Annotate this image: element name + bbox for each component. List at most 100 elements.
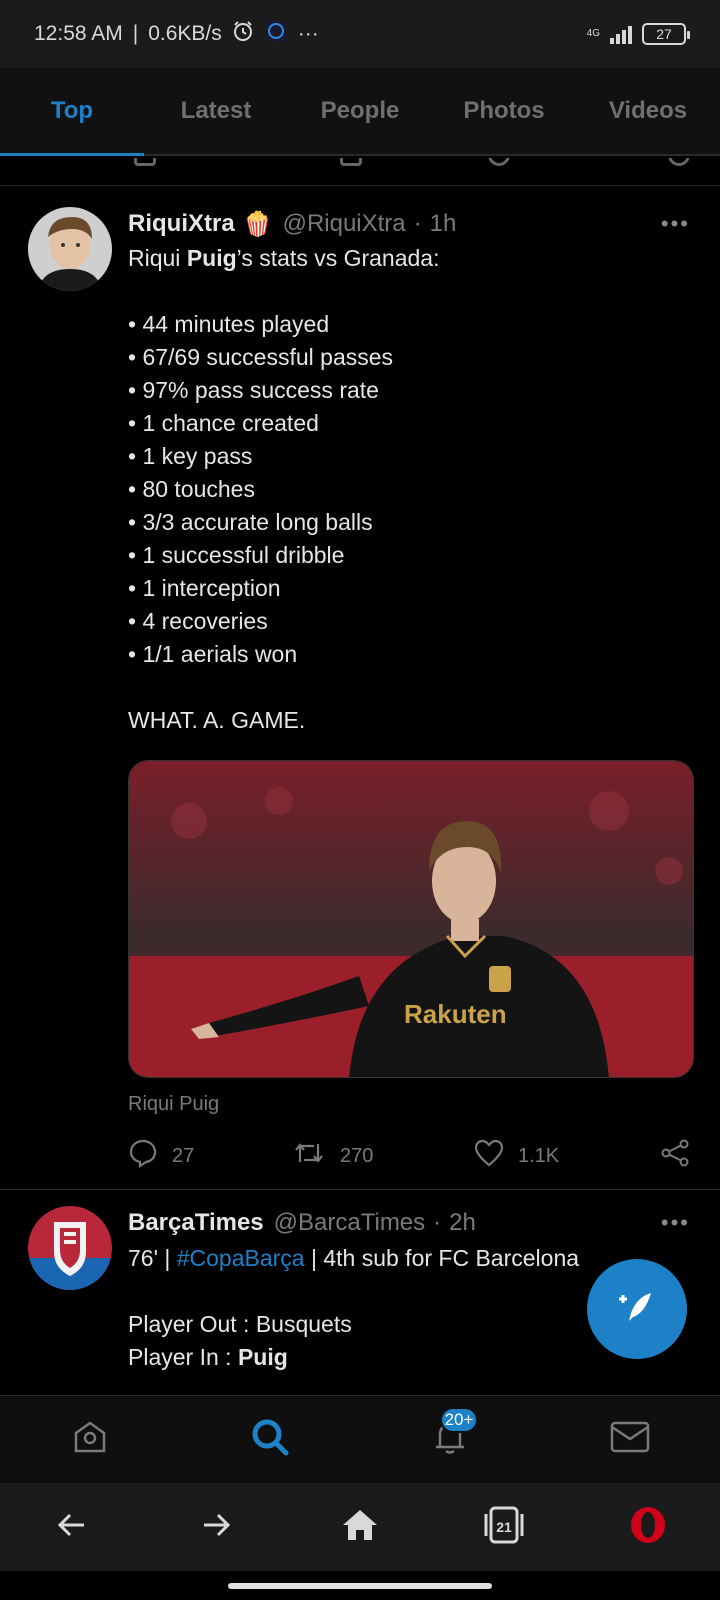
tabs-count: 21 [496, 1519, 512, 1535]
share-button[interactable] [660, 1138, 690, 1174]
tweet-line: • 4 recoveries [128, 608, 268, 634]
retweet-count: 270 [340, 1144, 374, 1167]
compose-tweet-button[interactable] [587, 1259, 687, 1359]
more-options-icon[interactable]: ••• [661, 1210, 690, 1236]
retweet-button[interactable]: 270 [292, 1138, 474, 1174]
reply-count: 27 [172, 1144, 195, 1167]
avatar[interactable] [28, 207, 112, 291]
mail-icon [609, 1419, 651, 1460]
author-handle[interactable]: @BarcaTimes [274, 1209, 426, 1237]
opera-menu-button[interactable] [576, 1483, 720, 1571]
tweet-line: Riqui Puig’s stats vs Granada: [128, 242, 690, 275]
browser-back-button[interactable] [0, 1483, 144, 1571]
tab-videos[interactable]: Videos [576, 68, 720, 154]
tweet-line: • 3/3 accurate long balls [128, 509, 373, 535]
battery-icon: 27 [642, 23, 690, 45]
tweet-line: • 44 minutes played [128, 311, 330, 337]
browser-forward-button[interactable] [144, 1483, 288, 1571]
status-bar: 12:58 AM | 0.6KB/s ··· 4G 27 [0, 0, 720, 68]
gesture-home-indicator[interactable] [228, 1583, 492, 1589]
tweet-line: • 67/69 successful passes [128, 344, 394, 370]
tab-people[interactable]: People [288, 68, 432, 154]
tweet-text: Riqui Puig’s stats vs Granada: • 44 minu… [128, 242, 690, 737]
text-segment: 76' | [128, 1245, 177, 1271]
like-button[interactable]: 1.1K [474, 1139, 656, 1173]
tweet-line: • 1 successful dribble [128, 542, 345, 568]
text-segment: Player In : [128, 1344, 238, 1370]
popcorn-emoji: 🍿 [242, 210, 273, 238]
separator-dot: · [413, 210, 422, 237]
status-left: 12:58 AM | 0.6KB/s ··· [34, 19, 319, 49]
tab-latest[interactable]: Latest [144, 68, 288, 154]
network-speed: 0.6KB/s [148, 22, 222, 45]
tweet-header: BarçaTimes @BarcaTimes · 2h ••• [128, 1206, 690, 1240]
nav-search[interactable] [180, 1396, 360, 1483]
tab-photos[interactable]: Photos [432, 68, 576, 154]
share-icon [660, 1138, 690, 1174]
app-notification-icon [264, 19, 288, 49]
status-separator: | [132, 22, 139, 45]
previous-tweet-actions [0, 158, 720, 186]
tweet-line: WHAT. A. GAME. [128, 707, 306, 733]
reply-button[interactable]: 27 [128, 1138, 292, 1174]
notifications-badge: 20+ [440, 1407, 478, 1433]
tweet-line: • 97% pass success rate [128, 377, 379, 403]
tweet-line: • 1 chance created [128, 410, 319, 436]
tweet-time: 2h [449, 1209, 476, 1236]
author-handle[interactable]: @RiquiXtra [283, 210, 406, 238]
avatar[interactable] [28, 1206, 112, 1290]
arrow-left-icon [54, 1507, 90, 1548]
search-icon [249, 1416, 291, 1463]
status-time: 12:58 AM [34, 22, 123, 45]
tweet-photo[interactable]: Rakuten [128, 760, 694, 1078]
text-segment: Riqui [128, 245, 187, 271]
more-options-icon[interactable]: ••• [661, 211, 690, 237]
tab-top[interactable]: Top [0, 68, 144, 156]
author-name[interactable]: RiquiXtra [128, 210, 235, 238]
signal-icon [610, 24, 632, 44]
text-segment: | 4th sub for FC Barcelona [304, 1245, 580, 1271]
browser-tabs-button[interactable]: 21 [432, 1483, 576, 1571]
tweet-line: • 80 touches [128, 476, 255, 502]
status-right: 4G 27 [586, 23, 690, 45]
tweet-line [128, 275, 690, 308]
browser-home-button[interactable] [288, 1483, 432, 1571]
tweet-actions: 27 270 1.1K [128, 1138, 690, 1174]
alarm-icon [232, 20, 254, 48]
battery-level: 27 [656, 26, 672, 42]
share-icon[interactable] [668, 158, 690, 166]
compose-feather-icon [615, 1285, 659, 1334]
status-more-icon: ··· [297, 22, 319, 45]
search-tabs: Top Latest People Photos Videos [0, 68, 720, 156]
nav-messages[interactable] [540, 1396, 720, 1483]
media-caption: Riqui Puig [128, 1093, 220, 1115]
highlighted-term: Puig [186, 245, 237, 271]
highlighted-term: Puig [237, 1344, 288, 1370]
browser-toolbar: 21 [0, 1483, 720, 1571]
tweet-line: • 1 interception [128, 575, 281, 601]
like-count: 1.1K [518, 1144, 560, 1167]
tweet-time: 1h [429, 210, 457, 237]
arrow-right-icon [198, 1507, 234, 1548]
tweet-line: • 1/1 aerials won [128, 641, 298, 667]
retweet-icon [292, 1138, 326, 1174]
like-icon[interactable] [488, 158, 510, 166]
heart-icon [474, 1139, 504, 1173]
nav-home[interactable] [0, 1396, 180, 1483]
network-type: 4G [586, 28, 600, 39]
separator-dot: · [433, 1209, 442, 1236]
opera-logo-icon [628, 1505, 668, 1550]
jersey-sponsor: Rakuten [404, 999, 507, 1029]
bottom-nav [0, 1395, 720, 1483]
home-icon [70, 1417, 110, 1462]
retweet-icon[interactable] [340, 158, 362, 166]
house-icon [341, 1507, 379, 1548]
tweet-header: RiquiXtra 🍿 @RiquiXtra · 1h ••• [128, 207, 690, 241]
author-name[interactable]: BarçaTimes [128, 1209, 264, 1237]
hashtag-link[interactable]: #CopaBarça [177, 1245, 305, 1271]
reply-icon[interactable] [134, 158, 156, 166]
tweet-line: • 1 key pass [128, 443, 253, 469]
text-segment: ’s stats vs Granada: [236, 245, 440, 271]
tweet-line [128, 671, 690, 704]
reply-icon [128, 1138, 158, 1174]
